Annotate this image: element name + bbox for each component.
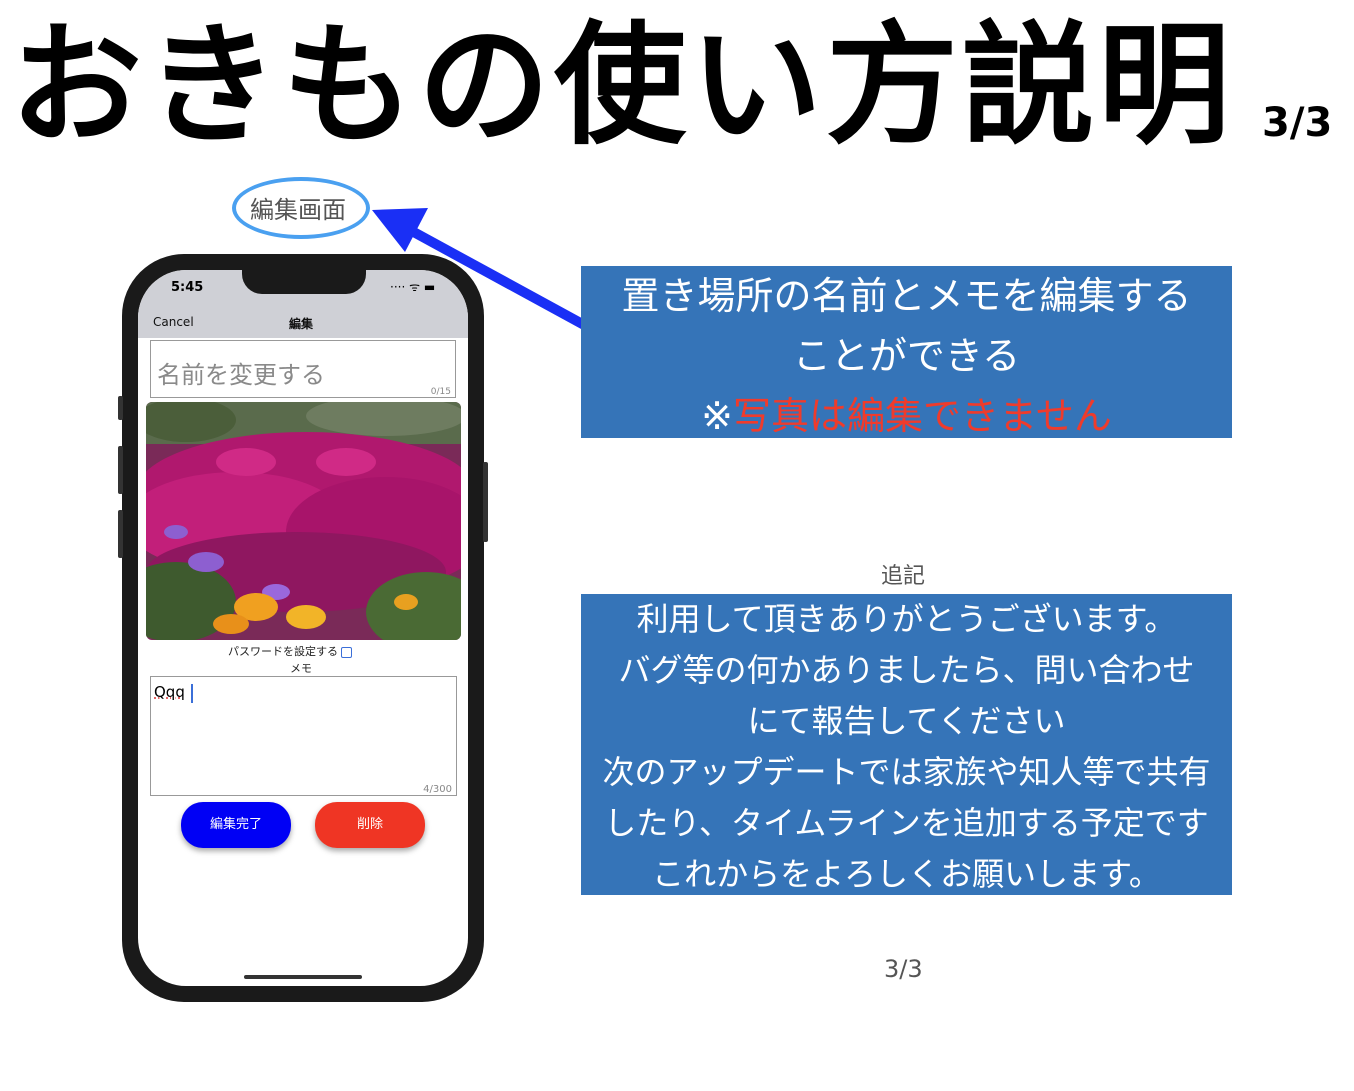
addendum-line: 次のアップデートでは家族や知人等で共有 [602, 753, 1211, 791]
addendum-line: したり、タイムラインを追加する予定です [604, 804, 1209, 842]
edit-description-line2: ことができる [792, 334, 1021, 378]
page-number: 3/3 [884, 955, 923, 983]
delete-button[interactable]: 削除 [315, 802, 425, 848]
navigation-bar: 5:45 ···· ᯤ ▬ Cancel 編集 [138, 270, 468, 338]
password-label: パスワードを設定する [228, 645, 338, 658]
phone-power-button [483, 462, 488, 542]
phone-volume-down [118, 510, 123, 558]
edit-description-note: ※写真は編集できません [581, 386, 1232, 446]
addendum-line: バグ等の何かありましたら、問い合わせ [618, 651, 1195, 689]
home-indicator [244, 975, 362, 979]
phone-screen: 5:45 ···· ᯤ ▬ Cancel 編集 名前を変更する 0/15 パスワ… [138, 270, 468, 986]
checkbox-icon[interactable] [341, 646, 352, 658]
cancel-button[interactable]: Cancel [153, 315, 194, 329]
status-icons: ···· ᯤ ▬ [390, 280, 436, 294]
name-input[interactable]: 名前を変更する 0/15 [150, 340, 456, 398]
password-toggle[interactable]: パスワードを設定する [228, 643, 352, 659]
notch [242, 270, 366, 294]
photo-not-editable-note: 写真は編集できません [732, 394, 1112, 438]
flower-photo [146, 402, 461, 640]
edit-complete-button[interactable]: 編集完了 [181, 802, 291, 848]
addendum-line: これからをよろしくお願いします。 [652, 855, 1161, 893]
flower-photo-icon [146, 402, 461, 640]
addendum-box: 利用して頂きありがとうございます。 バグ等の何かありましたら、問い合わせ にて報… [581, 594, 1232, 895]
memo-textarea[interactable]: Qqq 4/300 [150, 676, 457, 796]
addendum-line: 利用して頂きありがとうございます。 [636, 600, 1177, 638]
name-input-placeholder: 名前を変更する [157, 361, 325, 389]
addendum-line: にて報告してください [747, 702, 1066, 740]
note-mark: ※ [701, 394, 733, 438]
memo-label: メモ [290, 662, 312, 675]
status-time: 5:45 [171, 280, 204, 295]
edit-description-box: 置き場所の名前とメモを編集する ことができる ※写真は編集できません [581, 266, 1232, 438]
phone-mute-switch [118, 396, 123, 420]
memo-value: Qqq [154, 683, 185, 701]
name-char-counter: 0/15 [430, 387, 451, 397]
text-caret [191, 684, 193, 703]
phone-volume-up [118, 446, 123, 494]
addendum-heading: 追記 [881, 564, 926, 589]
nav-title: 編集 [289, 317, 314, 331]
edit-description-line1: 置き場所の名前とメモを編集する [621, 274, 1192, 318]
memo-char-counter: 4/300 [423, 784, 452, 795]
